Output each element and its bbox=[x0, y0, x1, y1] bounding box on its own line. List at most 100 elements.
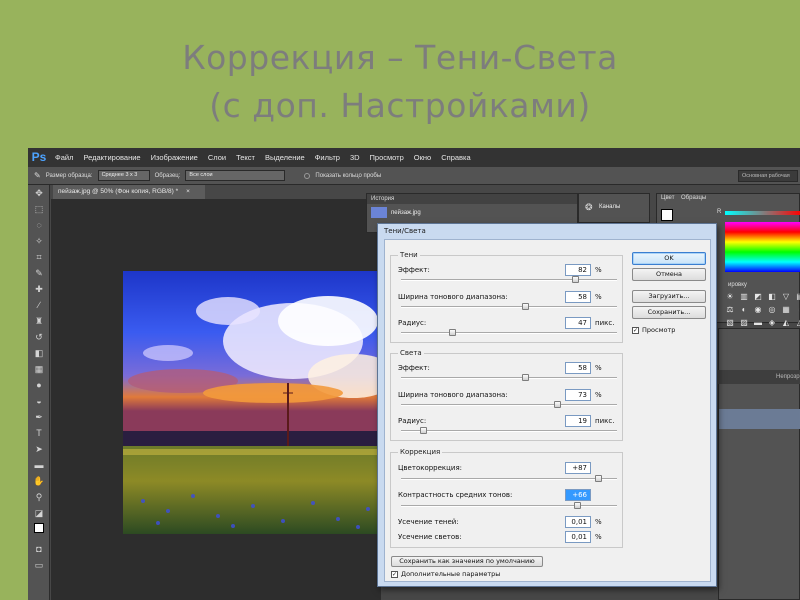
menu-item-3[interactable]: Слои bbox=[203, 148, 231, 167]
hue-icon[interactable]: ▤ bbox=[794, 292, 800, 302]
color-slider-red[interactable] bbox=[725, 211, 800, 215]
menu-item-1[interactable]: Редактирование bbox=[78, 148, 145, 167]
menu-item-4[interactable]: Текст bbox=[231, 148, 260, 167]
pen-tool-icon[interactable]: ✒ bbox=[28, 409, 50, 425]
shadows-icon[interactable]: ◭ bbox=[780, 318, 792, 328]
brightness-icon[interactable]: ☀ bbox=[724, 292, 736, 302]
channels-label[interactable]: Каналы bbox=[599, 204, 620, 210]
selective-color-icon[interactable]: ◈ bbox=[766, 318, 778, 328]
menu-item-6[interactable]: Фильтр bbox=[310, 148, 345, 167]
history-item[interactable]: пейзаж.jpg bbox=[367, 204, 577, 221]
bw-icon[interactable]: ◐ bbox=[738, 305, 750, 315]
quick-mask-icon[interactable]: ◘ bbox=[28, 541, 50, 557]
curves-icon[interactable]: ◩ bbox=[752, 292, 764, 302]
tab-swatches[interactable]: Образцы bbox=[681, 195, 706, 201]
document-tab[interactable]: пейзаж.jpg @ 50% (Фон копия, RGB/8) * × bbox=[53, 185, 205, 199]
workspace-select[interactable]: Основная рабочая bbox=[738, 170, 798, 182]
shadows-amount-field[interactable]: 82 bbox=[565, 264, 591, 276]
highlights-tonal-field[interactable]: 73 bbox=[565, 389, 591, 401]
show-ring-checkbox[interactable] bbox=[304, 172, 311, 179]
ok-button[interactable]: OK bbox=[632, 252, 706, 265]
slider-thumb[interactable] bbox=[522, 303, 529, 310]
threshold-icon[interactable]: ▨ bbox=[738, 318, 750, 328]
eyedropper-tool-icon[interactable]: ✎ bbox=[28, 265, 50, 281]
midtone-contrast-slider[interactable] bbox=[401, 502, 617, 509]
path-select-tool-icon[interactable]: ➤ bbox=[28, 441, 50, 457]
tab-color[interactable]: Цвет bbox=[661, 195, 674, 201]
eyedropper-tool-icon[interactable]: ✎ bbox=[34, 171, 41, 180]
lookup-icon[interactable]: ▦ bbox=[780, 305, 792, 315]
default-colors-icon[interactable]: ◪ bbox=[28, 505, 50, 521]
healing-tool-icon[interactable]: ✚ bbox=[28, 281, 50, 297]
invert-icon[interactable]: ◑ bbox=[794, 305, 800, 315]
sample-size-select[interactable]: Среднее 3 x 3 bbox=[97, 170, 150, 181]
menu-item-8[interactable]: Просмотр bbox=[365, 148, 409, 167]
menu-item-0[interactable]: Файл bbox=[50, 148, 78, 167]
midtone-contrast-field[interactable]: +66 bbox=[565, 489, 591, 501]
stamp-tool-icon[interactable]: ♜ bbox=[28, 313, 50, 329]
cancel-button[interactable]: Отмена bbox=[632, 268, 706, 281]
preview-checkbox[interactable]: ✓ bbox=[632, 327, 639, 334]
zoom-tool-icon[interactable]: ⚲ bbox=[28, 489, 50, 505]
eraser-tool-icon[interactable]: ◧ bbox=[28, 345, 50, 361]
load-button[interactable]: Загрузить... bbox=[632, 290, 706, 303]
levels-icon[interactable]: ▥ bbox=[738, 292, 750, 302]
brush-tool-icon[interactable]: ∕ bbox=[28, 297, 50, 313]
slider-thumb[interactable] bbox=[420, 427, 427, 434]
shadows-radius-slider[interactable] bbox=[401, 329, 617, 336]
screen-mode-icon[interactable]: ▭ bbox=[28, 557, 50, 573]
slider-thumb[interactable] bbox=[574, 502, 581, 509]
shadows-amount-slider[interactable] bbox=[401, 276, 617, 283]
white-clip-field[interactable]: 0,01 bbox=[565, 531, 591, 543]
mixer-icon[interactable]: ◎ bbox=[766, 305, 778, 315]
hand-tool-icon[interactable]: ✋ bbox=[28, 473, 50, 489]
black-clip-field[interactable]: 0,01 bbox=[565, 516, 591, 528]
slider-thumb[interactable] bbox=[595, 475, 602, 482]
dodge-tool-icon[interactable]: ◒ bbox=[28, 393, 50, 409]
sample-select[interactable]: Все слои bbox=[185, 170, 286, 181]
type-tool-icon[interactable]: T bbox=[28, 425, 50, 441]
highlights-radius-field[interactable]: 19 bbox=[565, 415, 591, 427]
menu-item-7[interactable]: 3D bbox=[345, 148, 365, 167]
slider-thumb[interactable] bbox=[449, 329, 456, 336]
close-icon[interactable]: × bbox=[186, 188, 190, 195]
color-correction-field[interactable]: +87 bbox=[565, 462, 591, 474]
gradient-map-icon[interactable]: ▬ bbox=[752, 318, 764, 328]
highlights-tonal-slider[interactable] bbox=[401, 401, 617, 408]
save-as-defaults-button[interactable]: Сохранить как значения по умолчанию bbox=[391, 556, 543, 567]
quick-select-tool-icon[interactable]: ✧ bbox=[28, 233, 50, 249]
shadows-radius-field[interactable]: 47 bbox=[565, 317, 591, 329]
exposure-icon[interactable]: ◧ bbox=[766, 292, 778, 302]
save-button[interactable]: Сохранить... bbox=[632, 306, 706, 319]
shadows-tonal-field[interactable]: 58 bbox=[565, 291, 591, 303]
menu-item-9[interactable]: Окно bbox=[409, 148, 436, 167]
layer-row[interactable] bbox=[719, 409, 800, 429]
marquee-tool-icon[interactable]: ⬚ bbox=[28, 201, 50, 217]
blur-tool-icon[interactable]: ● bbox=[28, 377, 50, 393]
balance-icon[interactable]: ⚖ bbox=[724, 305, 736, 315]
lasso-tool-icon[interactable]: ◌ bbox=[28, 217, 50, 233]
history-brush-tool-icon[interactable]: ↺ bbox=[28, 329, 50, 345]
vibrance-icon[interactable]: ▽ bbox=[780, 292, 792, 302]
posterize-icon[interactable]: ▧ bbox=[724, 318, 736, 328]
highlights-amount-slider[interactable] bbox=[401, 374, 617, 381]
slider-thumb[interactable] bbox=[522, 374, 529, 381]
more-options-checkbox[interactable]: ✓ bbox=[391, 571, 398, 578]
crop-tool-icon[interactable]: ⌗ bbox=[28, 249, 50, 265]
shape-tool-icon[interactable]: ▬ bbox=[28, 457, 50, 473]
gradient-tool-icon[interactable]: ▦ bbox=[28, 361, 50, 377]
photo-filter-icon[interactable]: ◉ bbox=[752, 305, 764, 315]
menu-item-5[interactable]: Выделение bbox=[260, 148, 310, 167]
channels-icon[interactable]: ❂ bbox=[585, 202, 593, 213]
color-spectrum[interactable] bbox=[725, 222, 800, 272]
menu-item-10[interactable]: Справка bbox=[436, 148, 475, 167]
foreground-swatch[interactable] bbox=[661, 209, 673, 221]
move-tool-icon[interactable]: ✥ bbox=[28, 185, 50, 201]
color-swatch-icon[interactable] bbox=[28, 521, 50, 541]
highlights-amount-field[interactable]: 58 bbox=[565, 362, 591, 374]
variations-icon[interactable]: ◮ bbox=[794, 318, 800, 328]
color-correction-slider[interactable] bbox=[401, 475, 617, 482]
menu-item-2[interactable]: Изображение bbox=[146, 148, 203, 167]
slider-thumb[interactable] bbox=[572, 276, 579, 283]
shadows-tonal-slider[interactable] bbox=[401, 303, 617, 310]
